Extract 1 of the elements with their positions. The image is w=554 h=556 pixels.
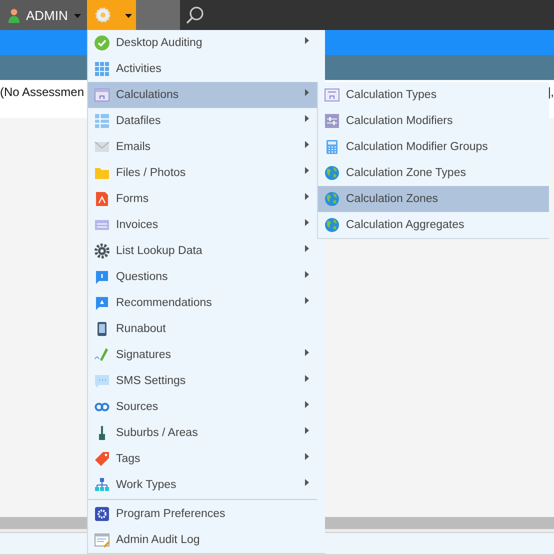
table-cell: (No Assessmen: [0, 84, 84, 100]
